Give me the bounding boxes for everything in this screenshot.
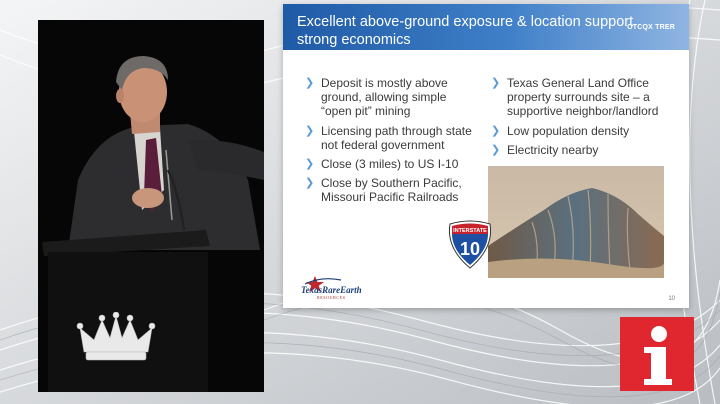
slide-page-number: 10 xyxy=(668,296,675,302)
bullet-item: ❯ Deposit is mostly above ground, allowi… xyxy=(299,76,479,119)
logo-text: TexasRareEarth xyxy=(301,285,362,295)
bullet-text: Close by Southern Pacific, Missouri Paci… xyxy=(321,176,462,205)
bullet-item: ❯ Electricity nearby xyxy=(485,143,685,157)
info-badge xyxy=(620,317,694,391)
shield-number: 10 xyxy=(460,239,480,259)
bullet-item: ❯ Close by Southern Pacific, Missouri Pa… xyxy=(299,176,479,204)
slide-header: Excellent above-ground exposure & locati… xyxy=(283,4,689,50)
shield-top-text: INTERSTATE xyxy=(453,228,487,234)
chevron-bullet-icon: ❯ xyxy=(305,177,315,190)
chevron-bullet-icon: ❯ xyxy=(305,77,315,89)
bullet-item: ❯ Texas General Land Office property sur… xyxy=(485,76,685,119)
chevron-bullet-icon: ❯ xyxy=(491,77,501,89)
bullet-text: Licensing path through state not federal… xyxy=(321,123,472,152)
bullet-item: ❯ Close (3 miles) to US I-10 xyxy=(299,157,479,171)
interstate-shield-icon: INTERSTATE 10 xyxy=(448,220,492,269)
bullet-list-left: ❯ Deposit is mostly above ground, allowi… xyxy=(299,76,479,210)
bullet-item: ❯ Licensing path through state not feder… xyxy=(299,124,479,152)
bullet-text: Low population density xyxy=(507,123,630,138)
ticker-label: OTCQX TRER xyxy=(627,24,675,31)
chevron-bullet-icon: ❯ xyxy=(305,124,315,137)
chevron-bullet-icon: ❯ xyxy=(491,143,501,156)
bullet-text: Close (3 miles) to US I-10 xyxy=(321,157,459,172)
speaker-video-panel xyxy=(38,20,264,392)
mountain-photo xyxy=(488,166,664,278)
bullet-list-right: ❯ Texas General Land Office property sur… xyxy=(485,76,685,162)
bullet-text: Deposit is mostly above ground, allowing… xyxy=(321,76,448,119)
logo-subtext: RESOURCES xyxy=(317,295,346,300)
bullet-text: Electricity nearby xyxy=(507,142,599,157)
slide-title: Excellent above-ground exposure & locati… xyxy=(297,14,634,48)
chevron-bullet-icon: ❯ xyxy=(305,158,315,171)
bullet-text: Texas General Land Office property surro… xyxy=(507,76,659,119)
chevron-bullet-icon: ❯ xyxy=(491,124,501,137)
bullet-item: ❯ Low population density xyxy=(485,124,685,138)
crown-icon xyxy=(76,312,156,361)
presentation-slide: Excellent above-ground exposure & locati… xyxy=(283,4,689,308)
info-i-icon xyxy=(644,326,672,385)
